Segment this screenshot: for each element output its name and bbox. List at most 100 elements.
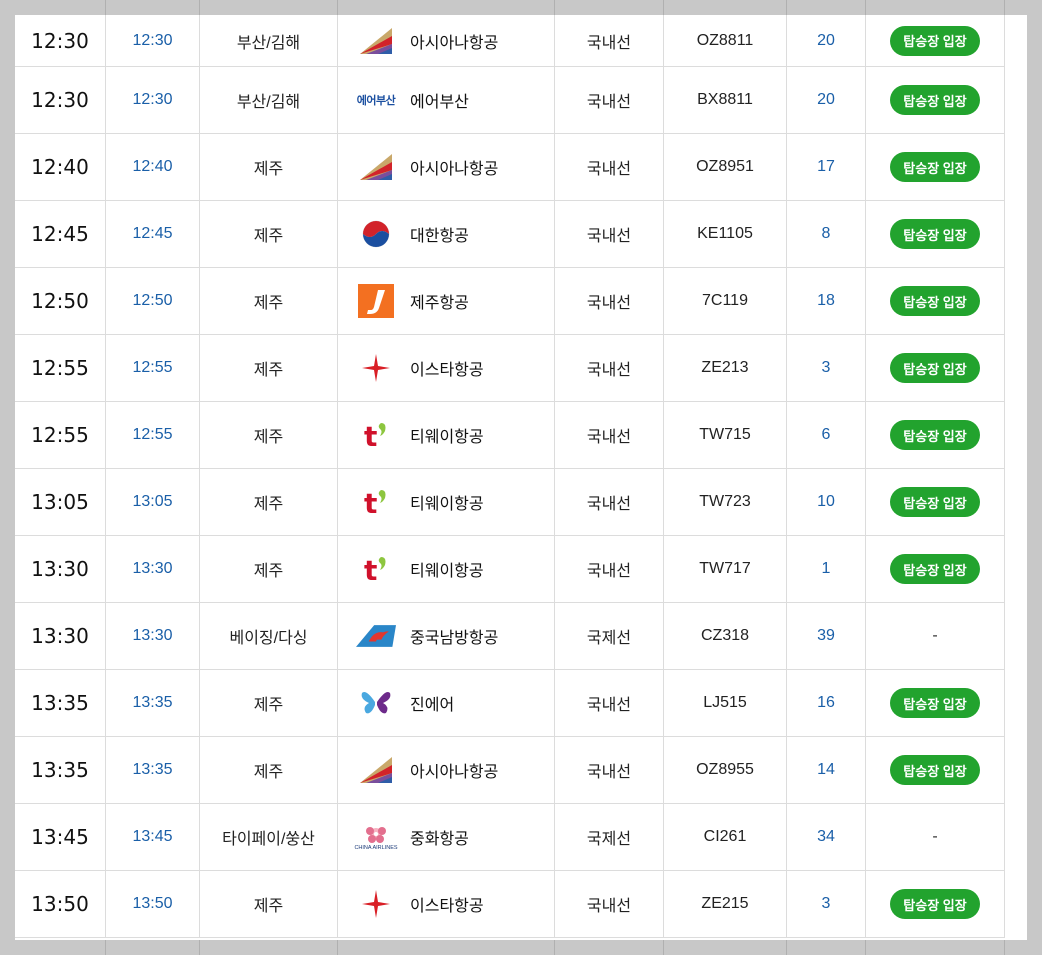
gate-number: 1 bbox=[787, 536, 866, 602]
destination: 제주 bbox=[200, 536, 338, 602]
flight-number: LJ515 bbox=[664, 670, 787, 736]
airbusan-logo-text: 에어부산 bbox=[356, 95, 396, 107]
boarding-status-button[interactable]: 탑승장 입장 bbox=[890, 420, 980, 450]
destination: 제주 bbox=[200, 268, 338, 334]
airline-cell: 제주항공 bbox=[338, 268, 555, 334]
flight-type: 국내선 bbox=[555, 15, 664, 66]
flight-number: BX8811 bbox=[664, 67, 787, 133]
asiana-logo bbox=[356, 753, 396, 787]
airline-name: 티웨이항공 bbox=[410, 429, 484, 446]
airline-name: 티웨이항공 bbox=[410, 496, 484, 513]
table-row: 12:30 12:30 부산/김해 아시아나항공 국내선 OZ8811 20 탑… bbox=[15, 15, 1005, 67]
changed-time: 13:50 bbox=[106, 871, 200, 937]
airline-cell: 이스타항공 bbox=[338, 871, 555, 937]
flight-number: TW715 bbox=[664, 402, 787, 468]
airline-cell: t 티웨이항공 bbox=[338, 536, 555, 602]
asiana-logo bbox=[356, 24, 396, 58]
status-cell: 탑승장 입장 bbox=[866, 335, 1005, 401]
boarding-status-button[interactable]: 탑승장 입장 bbox=[890, 554, 980, 584]
destination: 제주 bbox=[200, 670, 338, 736]
status-cell: 탑승장 입장 bbox=[866, 134, 1005, 200]
table-row: 13:35 13:35 제주 진에어 국내선 LJ515 16 탑승장 입장 bbox=[15, 670, 1005, 737]
gate-number: 17 bbox=[787, 134, 866, 200]
boarding-status-button[interactable]: 탑승장 입장 bbox=[890, 286, 980, 316]
scheduled-time: 12:50 bbox=[15, 268, 106, 334]
airline-cell: 중국남방항공 bbox=[338, 603, 555, 669]
flight-number: ZE213 bbox=[664, 335, 787, 401]
boarding-status-button[interactable]: 탑승장 입장 bbox=[890, 85, 980, 115]
status-cell: - bbox=[866, 804, 1005, 870]
flight-type: 국내선 bbox=[555, 670, 664, 736]
boarding-status-button[interactable]: 탑승장 입장 bbox=[890, 688, 980, 718]
status-cell: 탑승장 입장 bbox=[866, 670, 1005, 736]
airbusan-logo: 에어부산 bbox=[356, 83, 396, 117]
koreanair-logo bbox=[356, 217, 396, 251]
table-row: 12:40 12:40 제주 아시아나항공 국내선 OZ8951 17 탑승장 … bbox=[15, 134, 1005, 201]
airline-cell: 에어부산 에어부산 bbox=[338, 67, 555, 133]
destination: 부산/김해 bbox=[200, 67, 338, 133]
scheduled-time: 12:45 bbox=[15, 201, 106, 267]
scheduled-time: 13:45 bbox=[15, 804, 106, 870]
airline-cell: t 티웨이항공 bbox=[338, 469, 555, 535]
jinair-logo bbox=[356, 686, 396, 720]
flight-type: 국내선 bbox=[555, 201, 664, 267]
table-row: 12:30 12:30 부산/김해 에어부산 에어부산 국내선 BX8811 2… bbox=[15, 67, 1005, 134]
changed-time: 12:30 bbox=[106, 67, 200, 133]
svg-text:t: t bbox=[364, 420, 377, 451]
airline-name: 아시아나항공 bbox=[410, 764, 499, 781]
table-edge-bottom bbox=[15, 940, 1005, 955]
airline-name: 중화항공 bbox=[410, 831, 469, 848]
chinasouthern-logo bbox=[356, 619, 396, 653]
airline-cell: 아시아나항공 bbox=[338, 134, 555, 200]
flight-number: OZ8811 bbox=[664, 15, 787, 66]
flight-number: TW723 bbox=[664, 469, 787, 535]
status-cell: 탑승장 입장 bbox=[866, 536, 1005, 602]
gate-number: 14 bbox=[787, 737, 866, 803]
scheduled-time: 12:30 bbox=[15, 67, 106, 133]
boarding-status-button[interactable]: 탑승장 입장 bbox=[890, 25, 980, 56]
scheduled-time: 13:35 bbox=[15, 737, 106, 803]
chinaairlines-logo-text: CHINA AIRLINES bbox=[354, 845, 398, 851]
status-cell: 탑승장 입장 bbox=[866, 67, 1005, 133]
gate-number: 20 bbox=[787, 67, 866, 133]
status-cell: 탑승장 입장 bbox=[866, 402, 1005, 468]
changed-time: 12:55 bbox=[106, 335, 200, 401]
flight-number: OZ8951 bbox=[664, 134, 787, 200]
tway-logo: t bbox=[356, 485, 396, 519]
airline-cell: 진에어 bbox=[338, 670, 555, 736]
destination: 타이페이/쑹산 bbox=[200, 804, 338, 870]
status-dash: - bbox=[932, 627, 938, 644]
eastar-logo bbox=[356, 351, 396, 385]
destination: 제주 bbox=[200, 402, 338, 468]
flight-type: 국내선 bbox=[555, 335, 664, 401]
boarding-status-button[interactable]: 탑승장 입장 bbox=[890, 219, 980, 249]
flight-number: KE1105 bbox=[664, 201, 787, 267]
scheduled-time: 13:05 bbox=[15, 469, 106, 535]
gate-number: 10 bbox=[787, 469, 866, 535]
table-row: 12:55 12:55 제주 이스타항공 국내선 ZE213 3 탑승장 입장 bbox=[15, 335, 1005, 402]
svg-text:t: t bbox=[364, 554, 377, 585]
boarding-status-button[interactable]: 탑승장 입장 bbox=[890, 889, 980, 919]
boarding-status-button[interactable]: 탑승장 입장 bbox=[890, 353, 980, 383]
boarding-status-button[interactable]: 탑승장 입장 bbox=[890, 152, 980, 182]
airline-name: 대한항공 bbox=[410, 228, 469, 245]
destination: 제주 bbox=[200, 134, 338, 200]
boarding-status-button[interactable]: 탑승장 입장 bbox=[890, 487, 980, 517]
status-cell: 탑승장 입장 bbox=[866, 737, 1005, 803]
table-row: 12:55 12:55 제주 t 티웨이항공 국내선 TW715 6 탑승장 입… bbox=[15, 402, 1005, 469]
table-row: 12:45 12:45 제주 대한항공 국내선 KE1105 8 탑승장 입장 bbox=[15, 201, 1005, 268]
boarding-status-button[interactable]: 탑승장 입장 bbox=[890, 755, 980, 785]
gate-number: 20 bbox=[787, 15, 866, 66]
airline-name: 아시아나항공 bbox=[410, 34, 499, 52]
changed-time: 13:05 bbox=[106, 469, 200, 535]
table-row: 13:30 13:30 베이징/다싱 중국남방항공 국제선 CZ318 39 - bbox=[15, 603, 1005, 670]
chinaairlines-logo: CHINA AIRLINES bbox=[354, 820, 398, 854]
changed-time: 12:55 bbox=[106, 402, 200, 468]
gate-number: 8 bbox=[787, 201, 866, 267]
table-row: 13:35 13:35 제주 아시아나항공 국내선 OZ8955 14 탑승장 … bbox=[15, 737, 1005, 804]
asiana-logo bbox=[356, 150, 396, 184]
flight-type: 국내선 bbox=[555, 737, 664, 803]
flight-type: 국제선 bbox=[555, 603, 664, 669]
flight-number: TW717 bbox=[664, 536, 787, 602]
scheduled-time: 12:55 bbox=[15, 402, 106, 468]
